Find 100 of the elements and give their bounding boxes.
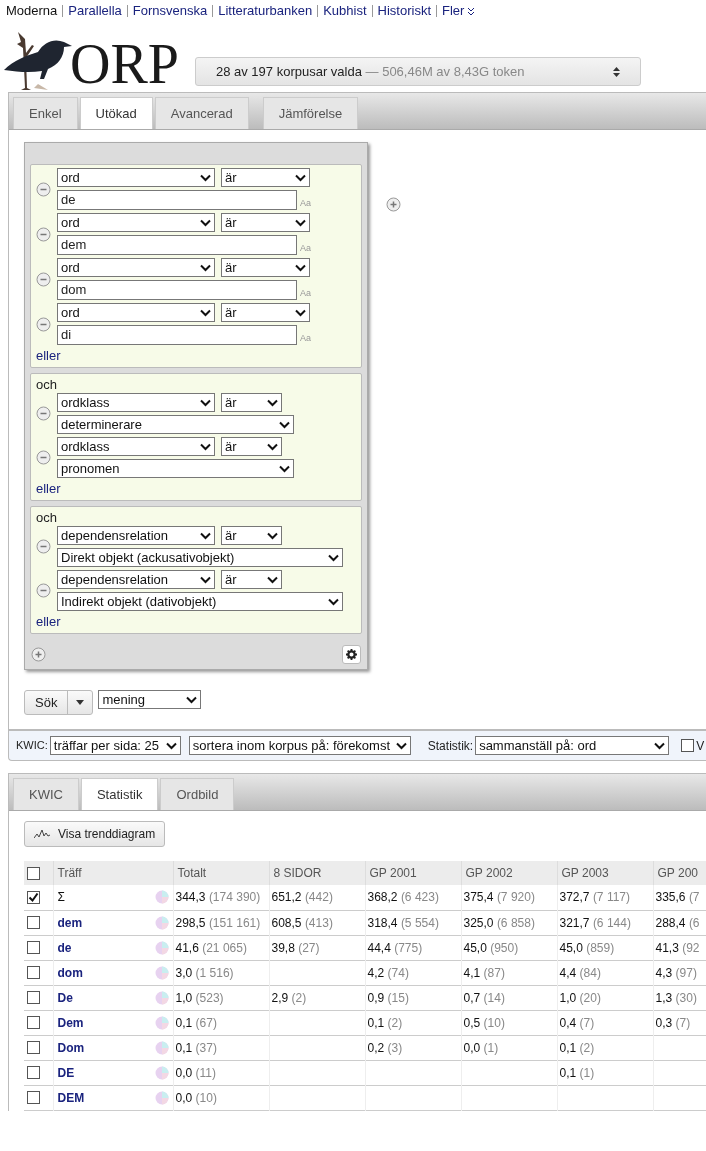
- checkbox[interactable]: [27, 966, 40, 979]
- tab[interactable]: Utökad: [79, 97, 153, 129]
- hit-word[interactable]: De: [57, 988, 73, 1007]
- attribute-select[interactable]: ord: [57, 213, 215, 232]
- checkbox[interactable]: [27, 1016, 40, 1029]
- nav-link[interactable]: Historiskt: [377, 1, 431, 21]
- operator-select[interactable]: är: [221, 303, 310, 322]
- tab[interactable]: Statistik: [80, 778, 159, 810]
- column-header[interactable]: Totalt: [173, 861, 269, 885]
- nav-link[interactable]: Litteraturbanken: [218, 1, 313, 21]
- nav-link[interactable]: Fornsvenska: [132, 1, 208, 21]
- trend-line-icon: [34, 829, 50, 839]
- attribute-select[interactable]: dependensrelation: [57, 570, 215, 589]
- remove-icon[interactable]: [36, 539, 51, 554]
- chevron-icon: [295, 263, 306, 272]
- checkbox[interactable]: [27, 1091, 40, 1104]
- remove-icon[interactable]: [36, 406, 51, 421]
- attribute-select[interactable]: dependensrelation: [57, 526, 215, 545]
- table-cell: 45,0 (950): [463, 940, 519, 955]
- remove-icon[interactable]: [36, 583, 51, 598]
- chevron-icon: [200, 442, 211, 451]
- column-header[interactable]: Träff: [53, 861, 173, 885]
- checkbox[interactable]: [27, 1041, 40, 1054]
- attribute-select[interactable]: ordklass: [57, 393, 215, 412]
- within-select[interactable]: mening: [98, 690, 202, 709]
- operator-select[interactable]: är: [221, 258, 310, 277]
- remove-icon[interactable]: [36, 181, 51, 197]
- column-header[interactable]: 8 SIDOR: [269, 861, 365, 885]
- table-cell: 0,2 (3): [367, 1040, 403, 1055]
- operator-select[interactable]: är: [221, 437, 282, 456]
- sort-select[interactable]: sortera inom korpus på: förekomst: [188, 736, 411, 755]
- checkbox[interactable]: [27, 941, 40, 954]
- corpus-selector[interactable]: 28 av 197 korpusar valda — 506,46M av 8,43G token: [194, 57, 641, 86]
- value-select[interactable]: pronomen: [57, 459, 294, 478]
- value-field[interactable]: de: [57, 190, 297, 210]
- column-header[interactable]: GP 2001: [365, 861, 461, 885]
- value-select[interactable]: Indirekt objekt (dativobjekt): [57, 592, 343, 611]
- checkbox[interactable]: [27, 991, 40, 1004]
- table-cell: 3,0 (1 516): [175, 965, 234, 980]
- column-header[interactable]: GP 200: [653, 861, 706, 885]
- remove-icon[interactable]: [36, 316, 51, 332]
- value-select[interactable]: Direkt objekt (ackusativobjekt): [57, 548, 343, 567]
- nav-link[interactable]: Parallella: [68, 1, 122, 21]
- nav-link[interactable]: Moderna: [6, 1, 58, 21]
- hit-word[interactable]: Dom: [57, 1038, 85, 1057]
- value-field[interactable]: dem: [57, 235, 297, 255]
- hit-word[interactable]: de: [57, 938, 72, 957]
- tab[interactable]: Avancerad: [154, 97, 249, 129]
- more-link[interactable]: Fler: [442, 1, 476, 21]
- operator-select[interactable]: är: [221, 168, 310, 187]
- nav-link[interactable]: Kubhist: [323, 1, 367, 21]
- operator-select[interactable]: är: [221, 393, 282, 412]
- checkbox[interactable]: [27, 890, 40, 904]
- settings-button[interactable]: [342, 645, 361, 664]
- tab[interactable]: KWIC: [13, 778, 79, 810]
- chevron-icon: [200, 173, 211, 182]
- checkbox[interactable]: [27, 866, 40, 880]
- remove-icon[interactable]: [36, 271, 51, 287]
- chevron-icon: [295, 308, 306, 317]
- remove-icon[interactable]: [36, 450, 51, 465]
- checkbox-label: V: [696, 737, 705, 755]
- tab[interactable]: Enkel: [13, 97, 78, 129]
- add-icon[interactable]: [31, 647, 46, 662]
- tab[interactable]: Jämförelse: [262, 97, 359, 129]
- hit-word[interactable]: dom: [57, 963, 83, 982]
- sort-arrows-icon: [612, 66, 620, 77]
- hit-word[interactable]: DEM: [57, 1088, 85, 1107]
- operator-select[interactable]: är: [221, 213, 310, 232]
- value-select[interactable]: determinerare: [57, 415, 294, 434]
- operator-select[interactable]: är: [221, 570, 282, 589]
- trend-diagram-button[interactable]: Visa trenddiagram: [24, 821, 166, 847]
- settings-icon: [346, 649, 357, 660]
- hits-per-page-select[interactable]: träffar per sida: 25: [49, 736, 181, 755]
- attribute-select[interactable]: ordklass: [57, 437, 215, 456]
- tab[interactable]: Ordbild: [160, 778, 235, 810]
- add-icon[interactable]: [386, 197, 401, 212]
- attribute-select[interactable]: ord: [57, 258, 215, 277]
- group-by-select[interactable]: sammanställ på: ord: [475, 736, 670, 755]
- value-field[interactable]: dom: [57, 280, 297, 300]
- or-link[interactable]: eller: [36, 348, 356, 364]
- hit-word[interactable]: dem: [57, 913, 83, 932]
- value-field[interactable]: di: [57, 325, 297, 345]
- operator-select[interactable]: är: [221, 526, 282, 545]
- chevron-icon: [279, 464, 290, 473]
- column-header[interactable]: GP 2003: [557, 861, 653, 885]
- or-link[interactable]: eller: [36, 614, 356, 630]
- remove-icon[interactable]: [36, 226, 51, 242]
- hit-word[interactable]: Dem: [57, 1013, 84, 1032]
- table-cell: 0,1 (2): [559, 1040, 595, 1055]
- attribute-select[interactable]: ord: [57, 303, 215, 322]
- checkbox[interactable]: [681, 739, 695, 752]
- table-cell: 651,2 (442): [271, 890, 333, 905]
- attribute-select[interactable]: ord: [57, 168, 215, 187]
- column-header[interactable]: GP 2002: [461, 861, 557, 885]
- checkbox[interactable]: [27, 1066, 40, 1079]
- or-link[interactable]: eller: [36, 481, 356, 497]
- table-cell: 321,7 (6 144): [559, 915, 631, 930]
- table-cell: 4,3 (97): [655, 965, 697, 980]
- checkbox[interactable]: [27, 916, 40, 929]
- hit-word[interactable]: DE: [57, 1063, 75, 1082]
